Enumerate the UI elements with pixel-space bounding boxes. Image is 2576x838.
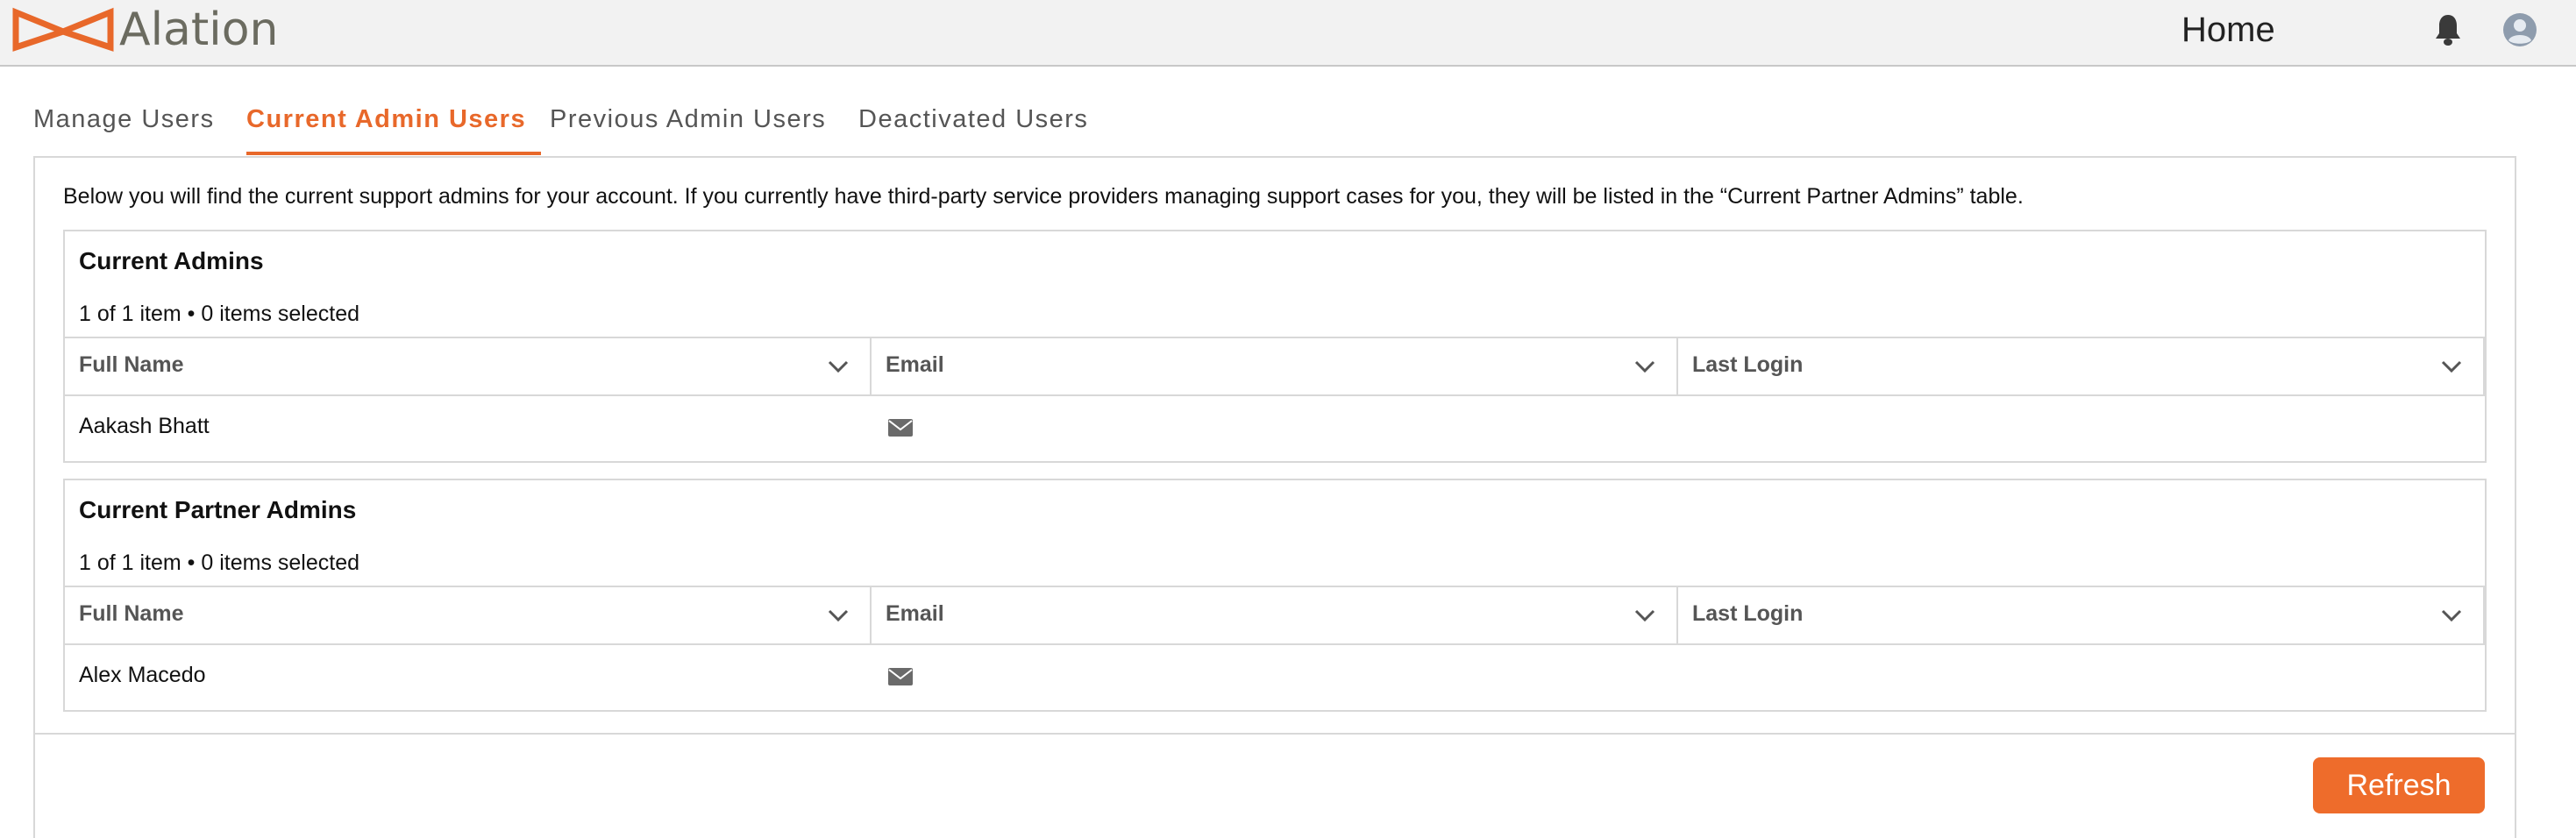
column-label: Email <box>886 352 944 377</box>
home-link[interactable]: Home <box>2181 5 2275 54</box>
active-tab-indicator <box>246 152 541 155</box>
table-row[interactable]: Aakash Bhatt <box>65 396 2485 459</box>
tab-current-admin-users[interactable]: Current Admin Users <box>246 102 526 137</box>
column-label: Last Login <box>1692 352 1804 377</box>
current-admins-title: Current Admins <box>79 247 264 274</box>
tab-deactivated-users[interactable]: Deactivated Users <box>858 102 1088 137</box>
column-label: Last Login <box>1692 601 1804 626</box>
partner-admins-title: Current Partner Admins <box>79 496 357 523</box>
column-header-email[interactable]: Email <box>872 338 1678 396</box>
chevron-down-icon[interactable] <box>826 603 850 628</box>
chevron-down-icon[interactable] <box>826 354 850 379</box>
column-header-full-name[interactable]: Full Name <box>65 338 872 396</box>
alation-logo[interactable]: Alation <box>12 4 279 56</box>
partner-admins-count: 1 of 1 item • 0 items selected <box>79 550 360 575</box>
intro-text: Below you will find the current support … <box>63 184 2024 209</box>
chevron-down-icon[interactable] <box>2439 603 2464 628</box>
envelope-icon[interactable] <box>887 666 914 687</box>
user-avatar-icon[interactable] <box>2502 12 2537 47</box>
column-header-full-name[interactable]: Full Name <box>65 587 872 645</box>
column-header-email[interactable]: Email <box>872 587 1678 645</box>
current-admins-table-card: Current Admins 1 of 1 item • 0 items sel… <box>63 230 2487 463</box>
tab-previous-admin-users[interactable]: Previous Admin Users <box>550 102 826 137</box>
column-label: Email <box>886 601 944 626</box>
column-label: Full Name <box>79 352 184 377</box>
chevron-down-icon[interactable] <box>1633 603 1657 628</box>
tab-manage-users[interactable]: Manage Users <box>33 102 215 137</box>
column-header-last-login[interactable]: Last Login <box>1678 587 2485 645</box>
bell-icon[interactable] <box>2432 12 2464 47</box>
column-label: Full Name <box>79 601 184 626</box>
column-header-last-login[interactable]: Last Login <box>1678 338 2485 396</box>
table-header: Full Name Email Last Login <box>65 586 2485 645</box>
admin-full-name: Aakash Bhatt <box>79 414 210 438</box>
partner-admin-full-name: Alex Macedo <box>79 663 206 687</box>
refresh-button[interactable]: Refresh <box>2313 757 2485 813</box>
alation-logo-icon <box>12 7 114 52</box>
partner-admins-table-card: Current Partner Admins 1 of 1 item • 0 i… <box>63 479 2487 712</box>
logo-text: Alation <box>119 4 279 56</box>
chevron-down-icon[interactable] <box>2439 354 2464 379</box>
current-admins-count: 1 of 1 item • 0 items selected <box>79 302 360 326</box>
table-row[interactable]: Alex Macedo <box>65 645 2485 708</box>
envelope-icon[interactable] <box>887 417 914 438</box>
footer-divider <box>33 733 2516 735</box>
chevron-down-icon[interactable] <box>1633 354 1657 379</box>
top-navigation-bar: Alation Home <box>0 0 2576 67</box>
table-header: Full Name Email Last Login <box>65 337 2485 396</box>
